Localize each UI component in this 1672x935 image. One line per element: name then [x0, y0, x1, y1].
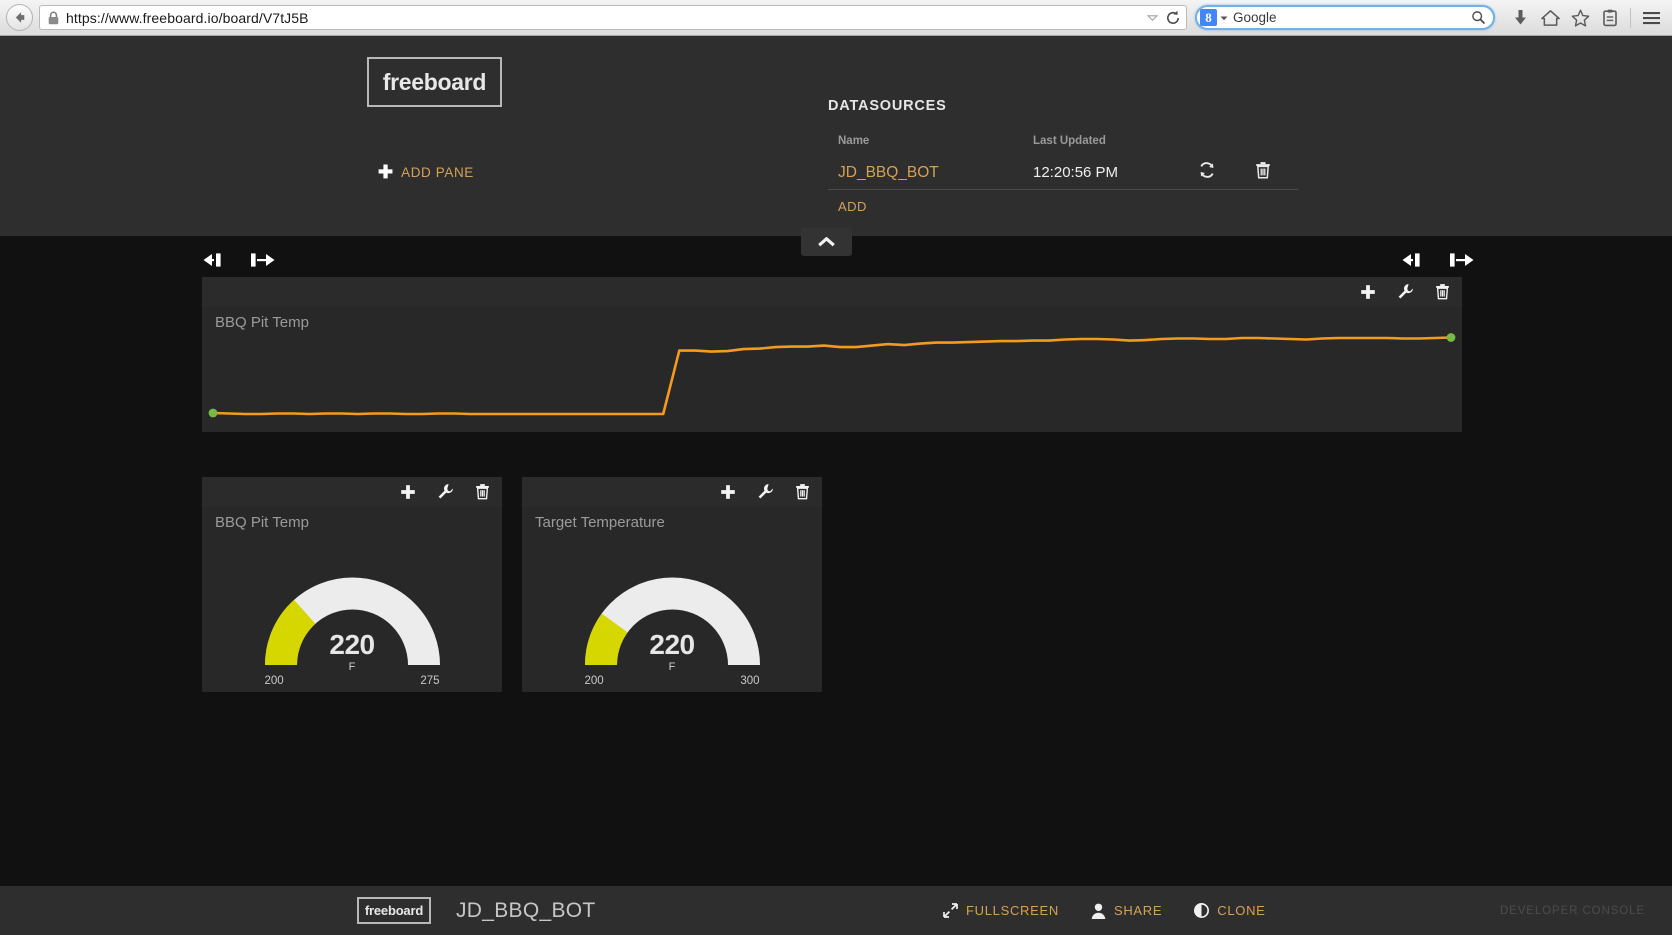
- library-icon: [1603, 9, 1617, 26]
- shrink-column-left-icon[interactable]: [1402, 252, 1427, 273]
- datasource-last-updated: 12:20:56 PM: [1033, 163, 1119, 181]
- pane-bbq-pit-temp-chart[interactable]: BBQ Pit Temp: [202, 277, 1462, 432]
- add-pane-label: ADD PANE: [401, 164, 474, 180]
- gauge-max-label: 300: [740, 675, 760, 687]
- lock-icon: [48, 11, 59, 24]
- board-name-input[interactable]: [456, 898, 716, 923]
- reload-icon[interactable]: [1164, 9, 1182, 27]
- column-header-last-updated: Last Updated: [1033, 135, 1106, 147]
- series-start-marker: [208, 408, 218, 418]
- pane-toolbar: [202, 477, 502, 506]
- column-header-delete: [1249, 135, 1298, 156]
- gauge-min-label: 200: [264, 675, 284, 687]
- hamburger-menu-icon: [1642, 11, 1660, 24]
- gauge-max-label: 275: [420, 675, 440, 687]
- freeboard-logo[interactable]: freeboard: [367, 57, 502, 107]
- collapse-header-button[interactable]: [801, 228, 852, 256]
- footer-bar: freeboard FULLSCREEN SHARE CLONE DEVELOP…: [0, 886, 1672, 935]
- gauge-widget: 220 F 200 300: [522, 565, 822, 687]
- gauge-unit: F: [668, 661, 676, 673]
- series-end-marker: [1446, 333, 1456, 342]
- column-tools-left: [203, 252, 275, 273]
- sparkline-chart: [208, 333, 1456, 418]
- footer-freeboard-logo[interactable]: freeboard: [357, 897, 431, 924]
- downloads-button[interactable]: [1505, 4, 1535, 32]
- trash-icon[interactable]: [1249, 161, 1277, 179]
- person-icon: [1091, 903, 1106, 919]
- fullscreen-icon: [943, 903, 958, 918]
- browser-toolbar: https://www.freeboard.io/board/V7tJ5B 8 …: [0, 0, 1672, 36]
- plus-icon[interactable]: [1360, 284, 1376, 300]
- fullscreen-label: FULLSCREEN: [966, 903, 1059, 918]
- toolbar-divider: [1630, 7, 1631, 28]
- search-icon[interactable]: [1471, 10, 1486, 25]
- clone-button[interactable]: CLONE: [1194, 903, 1265, 918]
- datasources-title: DATASOURCES: [828, 98, 947, 114]
- url-text: https://www.freeboard.io/board/V7tJ5B: [66, 9, 309, 26]
- datasource-add-row: ADD: [828, 189, 1298, 221]
- table-row: JD_BBQ_BOT 12:20:56 PM: [828, 156, 1298, 190]
- clone-label: CLONE: [1217, 903, 1266, 918]
- google-logo-icon: 8: [1200, 9, 1217, 26]
- pane-title: Target Temperature: [535, 514, 665, 531]
- column-header-name: Name: [838, 135, 870, 147]
- wrench-icon[interactable]: [1397, 283, 1414, 300]
- add-datasource-link[interactable]: ADD: [828, 199, 867, 214]
- pane-title: BBQ Pit Temp: [215, 514, 309, 531]
- search-bar[interactable]: 8 Google: [1195, 5, 1495, 30]
- grow-column-right-icon[interactable]: [1449, 252, 1474, 273]
- search-input[interactable]: Google: [1229, 10, 1471, 25]
- chevron-down-icon[interactable]: [1219, 14, 1229, 22]
- half-circle-icon: [1194, 903, 1210, 918]
- home-button[interactable]: [1535, 4, 1565, 32]
- wrench-icon[interactable]: [437, 483, 454, 500]
- plus-icon[interactable]: [400, 484, 416, 500]
- refresh-icon[interactable]: [1193, 161, 1221, 179]
- datasources-table: Name Last Updated JD_BBQ_BOT 12:20:56 PM: [828, 135, 1298, 221]
- pane-toolbar: [202, 277, 1462, 306]
- chevron-down-icon[interactable]: [1144, 10, 1160, 26]
- plus-icon: ✚: [378, 162, 394, 182]
- gauge-unit: F: [348, 661, 356, 673]
- trash-icon[interactable]: [1435, 283, 1450, 300]
- datasource-name-link[interactable]: JD_BBQ_BOT: [838, 164, 939, 181]
- chevron-up-icon: [818, 236, 835, 246]
- download-arrow-icon: [1514, 9, 1526, 24]
- gauge-value: 220: [329, 629, 375, 660]
- footer-logo-text: freeboard: [364, 903, 424, 918]
- share-button[interactable]: SHARE: [1091, 903, 1162, 919]
- developer-console-link[interactable]: DEVELOPER CONSOLE: [1500, 905, 1645, 917]
- plus-icon[interactable]: [720, 484, 736, 500]
- trash-icon[interactable]: [795, 483, 810, 500]
- fullscreen-button[interactable]: FULLSCREEN: [943, 903, 1059, 918]
- library-button[interactable]: [1595, 4, 1625, 32]
- star-icon: [1571, 9, 1589, 27]
- column-header-refresh: [1193, 135, 1249, 156]
- pane-target-temperature-gauge[interactable]: Target Temperature 220 F 200 300: [522, 477, 822, 692]
- back-arrow-icon: [15, 12, 25, 23]
- wrench-icon[interactable]: [757, 483, 774, 500]
- gauge-min-label: 200: [584, 675, 604, 687]
- freeboard-header: freeboard ✚ ADD PANE DATASOURCES Name La…: [0, 36, 1672, 236]
- grow-column-right-icon[interactable]: [250, 252, 275, 273]
- table-header-row: Name Last Updated: [828, 135, 1298, 156]
- bookmark-button[interactable]: [1565, 4, 1595, 32]
- home-icon: [1540, 9, 1560, 26]
- freeboard-logo-text: freeboard: [382, 68, 487, 95]
- pane-toolbar: [522, 477, 822, 506]
- datasources-section: DATASOURCES Name Last Updated JD_BBQ_BOT…: [828, 98, 1298, 221]
- board-area: BBQ Pit Temp BBQ Pit Temp 220 F 200 275 …: [0, 228, 1672, 886]
- shrink-column-left-icon[interactable]: [203, 252, 228, 273]
- share-label: SHARE: [1113, 903, 1163, 918]
- gauge-value: 220: [649, 629, 695, 660]
- address-bar[interactable]: https://www.freeboard.io/board/V7tJ5B: [39, 5, 1187, 30]
- pane-bbq-pit-temp-gauge[interactable]: BBQ Pit Temp 220 F 200 275: [202, 477, 502, 692]
- trash-icon[interactable]: [475, 483, 490, 500]
- column-tools-right: [1402, 252, 1474, 273]
- gauge-widget: 220 F 200 275: [202, 565, 502, 687]
- add-pane-button[interactable]: ✚ ADD PANE: [378, 163, 474, 181]
- back-button[interactable]: [6, 4, 33, 31]
- menu-button[interactable]: [1636, 4, 1666, 32]
